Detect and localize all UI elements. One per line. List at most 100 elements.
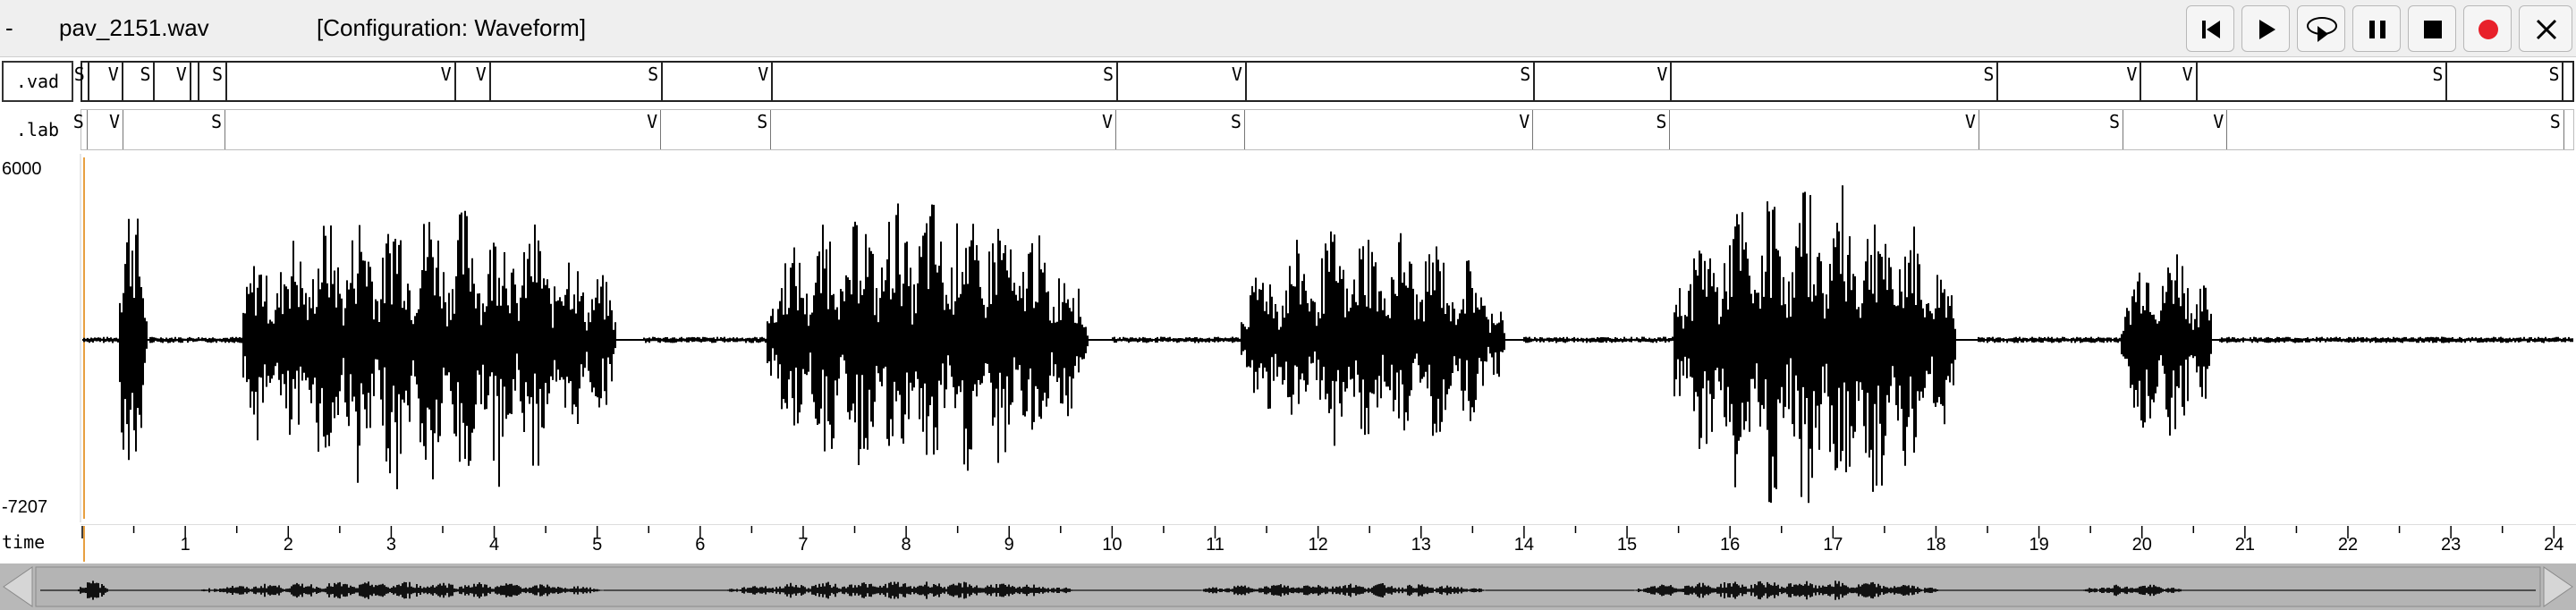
pause-button[interactable] <box>2352 5 2401 52</box>
time-tick-label: 23 <box>2441 535 2462 555</box>
tier-boundary-label: S <box>211 111 223 132</box>
record-button[interactable] <box>2463 5 2512 52</box>
waveform-plot[interactable] <box>0 154 2576 522</box>
loop-play-button[interactable] <box>2297 5 2345 52</box>
scroll-right-arrow-icon[interactable] <box>2540 563 2576 610</box>
tier-boundary-label: S <box>648 64 659 85</box>
tier-boundary[interactable] <box>2563 110 2564 149</box>
tier-boundary[interactable] <box>488 63 491 100</box>
tier-boundary-label: S <box>1102 64 1114 85</box>
time-tick-label: 8 <box>901 535 911 555</box>
tier-boundary[interactable] <box>189 63 191 100</box>
stop-button[interactable] <box>2408 5 2456 52</box>
tier-boundary[interactable] <box>771 63 774 100</box>
tier-boundary-label: V <box>1657 64 1668 85</box>
tier-boundary[interactable] <box>661 63 664 100</box>
tier-boundary[interactable] <box>1114 110 1116 149</box>
tier-boundary-label: V <box>1964 111 1976 132</box>
tier-boundary-label: S <box>1656 111 1667 132</box>
pause-icon <box>2369 21 2385 38</box>
overview-scrollbar[interactable] <box>0 563 2576 610</box>
time-tick-label: 20 <box>2131 535 2152 555</box>
tier-boundary-label: S <box>757 111 768 132</box>
waveform-panel[interactable]: 6000 -7207 <box>0 154 2576 522</box>
tier-boundary[interactable] <box>1532 110 1534 149</box>
skip-to-start-button[interactable] <box>2186 5 2234 52</box>
tier-boundary-label: S <box>2548 64 2560 85</box>
title-bar: - pav_2151.wav [Configuration: Waveform] <box>0 0 2576 57</box>
tier-boundary[interactable] <box>225 63 228 100</box>
time-tick-label: 16 <box>1720 535 1741 555</box>
tier-boundary[interactable] <box>2140 63 2142 100</box>
tier-boundary[interactable] <box>197 63 199 100</box>
tier-boundary[interactable] <box>770 110 772 149</box>
record-icon <box>2479 20 2498 39</box>
tier-boundary-label: V <box>1101 111 1114 132</box>
time-tick-label: 5 <box>592 535 603 555</box>
tier-boundary[interactable] <box>453 63 456 100</box>
tier-boundary[interactable] <box>1533 63 1536 100</box>
tier-boundary[interactable] <box>87 63 89 100</box>
tier-boundary[interactable] <box>1669 110 1671 149</box>
time-tick-label: 24 <box>2544 535 2564 555</box>
tier-boundary[interactable] <box>2226 110 2228 149</box>
time-axis[interactable]: time 1 2 3 4 5 6 7 8 9 10 11 12 13 14 15 16 17 18 19 20 21 22… <box>0 524 2576 563</box>
lab-tier-track[interactable]: SVSVSVSVSVSVS <box>73 109 2574 150</box>
vad-tier-label[interactable]: .vad <box>2 61 73 102</box>
tier-boundary-label: V <box>1519 111 1530 132</box>
tier-boundary-label: V <box>440 64 452 85</box>
time-tick-label: 7 <box>798 535 809 555</box>
time-tick-label: 19 <box>2029 535 2049 555</box>
play-button[interactable] <box>2241 5 2290 52</box>
vad-tier-track[interactable]: SVSVSVVSVSVSVSVVSS <box>74 61 2574 102</box>
tier-boundary-label: S <box>140 64 151 85</box>
tier-boundary-label: V <box>2126 64 2138 85</box>
tier-boundary[interactable] <box>153 63 156 100</box>
tier-boundary-label: V <box>1231 64 1242 85</box>
tier-boundary[interactable] <box>86 110 88 149</box>
tier-boundary[interactable] <box>121 63 123 100</box>
tier-boundary[interactable] <box>2562 63 2564 100</box>
tier-boundary-label: V <box>2182 64 2193 85</box>
tier-boundary[interactable] <box>2445 63 2448 100</box>
tier-boundary-label: S <box>1520 64 1531 85</box>
configuration-label: [Configuration: Waveform] <box>317 14 587 41</box>
lab-tier-label[interactable]: .lab <box>2 109 73 150</box>
tier-boundary-label: V <box>175 64 187 85</box>
tier-boundary-label: S <box>72 111 84 132</box>
close-button[interactable] <box>2519 5 2572 52</box>
file-name: pav_2151.wav <box>59 14 209 41</box>
scroll-left-arrow-icon[interactable] <box>0 563 36 610</box>
tier-boundary[interactable] <box>2195 63 2198 100</box>
window-menu-button[interactable]: - <box>5 14 13 42</box>
time-tick-label: 17 <box>1823 535 1843 555</box>
tier-boundary-label: V <box>647 111 658 132</box>
tier-boundary-label: S <box>212 64 224 85</box>
tier-boundary-label: S <box>1230 111 1241 132</box>
tier-boundary[interactable] <box>1244 63 1247 100</box>
time-tick-label: 2 <box>283 535 293 555</box>
tier-boundary[interactable] <box>1115 63 1118 100</box>
time-tick-label: 3 <box>386 535 396 555</box>
tier-boundary-label: V <box>758 64 769 85</box>
skip-start-icon <box>2202 21 2220 38</box>
tier-boundary-label: V <box>107 64 119 85</box>
tier-boundary-label: V <box>2213 111 2224 132</box>
tier-boundary-label: V <box>475 64 487 85</box>
tier-boundary-label: S <box>2109 111 2121 132</box>
tier-boundary[interactable] <box>1243 110 1245 149</box>
loop-play-icon <box>2307 17 2337 42</box>
time-tick-label: 22 <box>2337 535 2359 555</box>
tier-boundary-label: S <box>73 64 85 85</box>
lab-tier: .lab S V S V S V S V S V S V S <box>0 106 2576 156</box>
tier-boundary-label: S <box>2432 64 2444 85</box>
tier-boundary[interactable] <box>1996 63 1999 100</box>
tier-boundary-label: S <box>1983 64 1995 85</box>
waveform-trace <box>82 185 2573 504</box>
time-tick-label: 15 <box>1616 535 1638 555</box>
tier-boundary[interactable] <box>660 110 662 149</box>
tier-boundary-label: V <box>109 111 121 132</box>
waveform-signal <box>83 185 2573 504</box>
tier-boundary[interactable] <box>1670 63 1673 100</box>
time-tick-label: 6 <box>695 535 706 555</box>
